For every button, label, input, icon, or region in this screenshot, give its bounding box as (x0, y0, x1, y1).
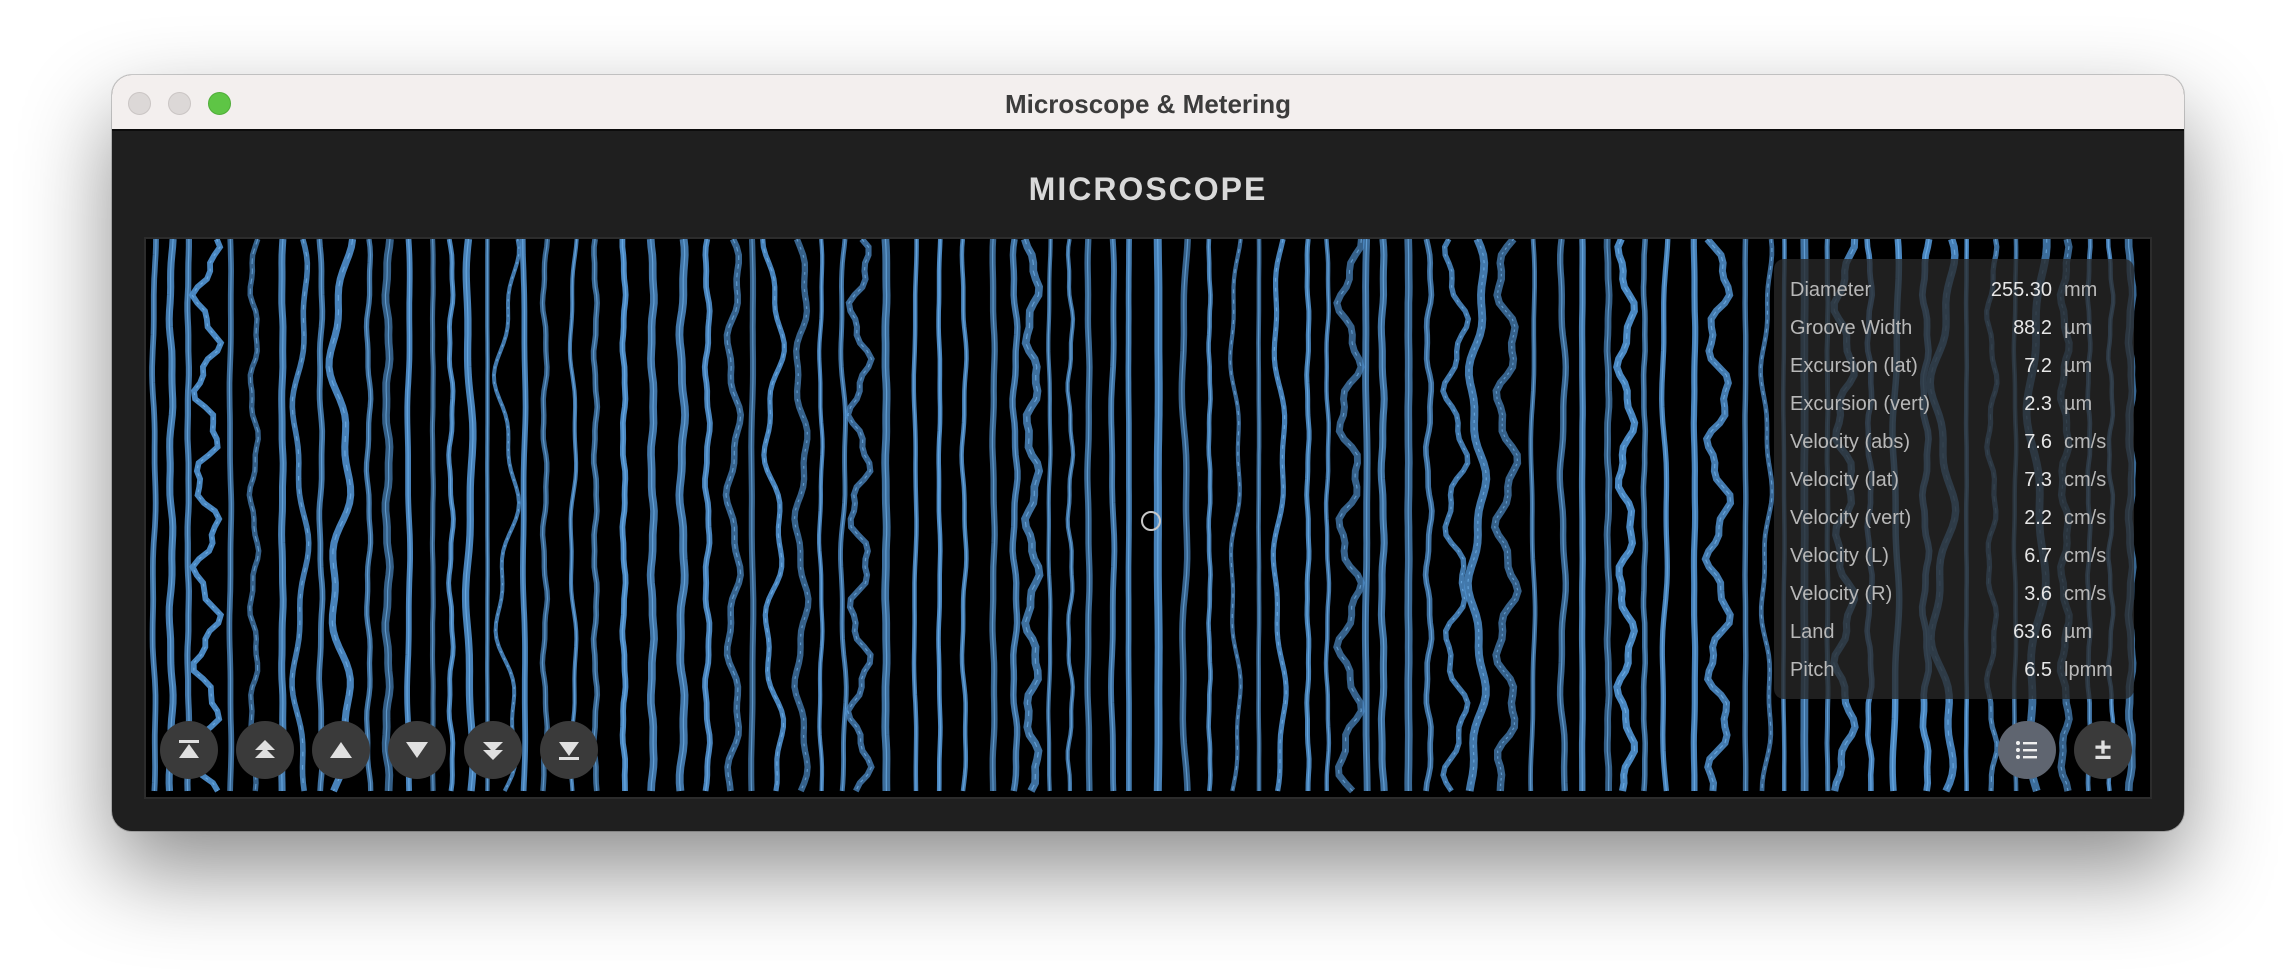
metric-row-groove-width: Groove Width 88.2 µm (1774, 309, 2134, 347)
page-up-icon (255, 740, 275, 758)
metric-unit: cm/s (2064, 545, 2107, 567)
toggle-metrics-list-button[interactable] (1998, 721, 2056, 779)
metric-unit: cm/s (2064, 507, 2107, 529)
plus-minus-button[interactable]: ± (2074, 721, 2132, 779)
groove-line (844, 239, 875, 793)
groove-line (491, 239, 522, 792)
metric-value: 6.7 (2024, 545, 2052, 567)
microscope-view[interactable]: Diameter 255.30 mm Groove Width 88.2 µm … (144, 237, 2152, 799)
groove-line (1701, 239, 1735, 792)
metric-value: 2.2 (2024, 507, 2052, 529)
groove-line (760, 239, 787, 792)
groove-line (1333, 239, 1366, 794)
metric-value: 63.6 (2013, 621, 2052, 643)
groove-line (461, 239, 477, 792)
metric-value: 7.3 (2024, 469, 2052, 491)
jump-to-top-button[interactable] (160, 721, 218, 779)
metric-unit: µm (2064, 621, 2093, 643)
groove-line (1490, 239, 1522, 792)
metric-row-velocity-vert: Velocity (vert) 2.2 cm/s (1774, 499, 2134, 537)
metric-unit: µm (2064, 355, 2093, 377)
metric-label: Pitch (1790, 659, 1835, 681)
metric-row-diameter: Diameter 255.30 mm (1774, 271, 2134, 309)
metric-value: 255.30 (1990, 279, 2052, 301)
app-window: Microscope & Metering MICROSCOPE Diamete… (112, 75, 2184, 831)
metric-value: 7.6 (2024, 431, 2052, 453)
metrics-panel: Diameter 255.30 mm Groove Width 88.2 µm … (1774, 259, 2134, 699)
title-bar: Microscope & Metering (112, 75, 2184, 131)
list-icon (2016, 741, 2037, 759)
groove-highlight (1257, 239, 1260, 791)
metric-row-velocity-r: Velocity (R) 3.6 cm/s (1774, 575, 2134, 613)
metric-unit: lpmm (2064, 659, 2113, 681)
metric-label: Velocity (lat) (1790, 469, 1899, 491)
metric-value: 7.2 (2024, 355, 2052, 377)
jump-to-top-icon (179, 740, 199, 758)
metric-row-land: Land 63.6 µm (1774, 613, 2134, 651)
window-title: Microscope & Metering (1004, 89, 1292, 119)
page-down-icon (483, 742, 503, 760)
groove-line (791, 239, 812, 793)
metric-value: 3.6 (2024, 583, 2052, 605)
groove-line (1758, 239, 1775, 792)
groove-line (325, 239, 357, 793)
metric-row-velocity-l: Velocity (L) 6.7 cm/s (1774, 537, 2134, 575)
metric-label: Excursion (lat) (1790, 355, 1918, 377)
section-title: MICROSCOPE (1028, 171, 1268, 207)
metric-row-excursion-lat: Excursion (lat) 7.2 µm (1774, 347, 2134, 385)
metric-label: Excursion (vert) (1790, 393, 1931, 415)
groove-highlight (1744, 239, 1747, 791)
metric-label: Velocity (abs) (1790, 431, 1911, 453)
metric-unit: cm/s (2064, 583, 2107, 605)
metric-unit: cm/s (2064, 431, 2107, 453)
groove-highlight (1407, 239, 1410, 792)
metric-label: Land (1790, 621, 1835, 643)
groove-highlight (1127, 239, 1130, 791)
groove-line (722, 239, 745, 792)
jump-to-bottom-button[interactable] (540, 721, 598, 779)
groove-line (1463, 239, 1491, 792)
metric-row-velocity-abs: Velocity (abs) 7.6 cm/s (1774, 423, 2134, 461)
metric-label: Groove Width (1790, 317, 1913, 339)
step-down-button[interactable] (388, 721, 446, 779)
jump-to-bottom-icon (559, 742, 579, 760)
groove-line (289, 239, 312, 792)
step-down-icon (406, 742, 428, 758)
metric-label: Velocity (L) (1790, 545, 1889, 567)
groove-line (1440, 239, 1472, 793)
page-up-button[interactable] (236, 721, 294, 779)
metric-unit: cm/s (2064, 469, 2107, 491)
groove-line (1659, 239, 1671, 792)
metric-unit: µm (2064, 317, 2093, 339)
metric-unit: µm (2064, 393, 2093, 415)
metric-row-excursion-vert: Excursion (vert) 2.3 µm (1774, 385, 2134, 423)
groove-highlight (1581, 239, 1584, 791)
metric-value: 2.3 (2024, 393, 2052, 415)
page-down-button[interactable] (464, 721, 522, 779)
metric-label: Velocity (vert) (1790, 507, 1912, 529)
crosshair-reticle (1141, 511, 1161, 531)
step-up-icon (330, 742, 352, 758)
metric-value: 6.5 (2024, 659, 2052, 681)
metric-row-pitch: Pitch 6.5 lpmm (1774, 651, 2134, 689)
metric-unit: mm (2064, 279, 2098, 301)
metric-value: 88.2 (2013, 317, 2052, 339)
metric-label: Diameter (1790, 279, 1872, 301)
step-up-button[interactable] (312, 721, 370, 779)
metric-label: Velocity (R) (1790, 583, 1893, 605)
metric-row-velocity-lat: Velocity (lat) 7.3 cm/s (1774, 461, 2134, 499)
groove-line (1613, 239, 1639, 792)
